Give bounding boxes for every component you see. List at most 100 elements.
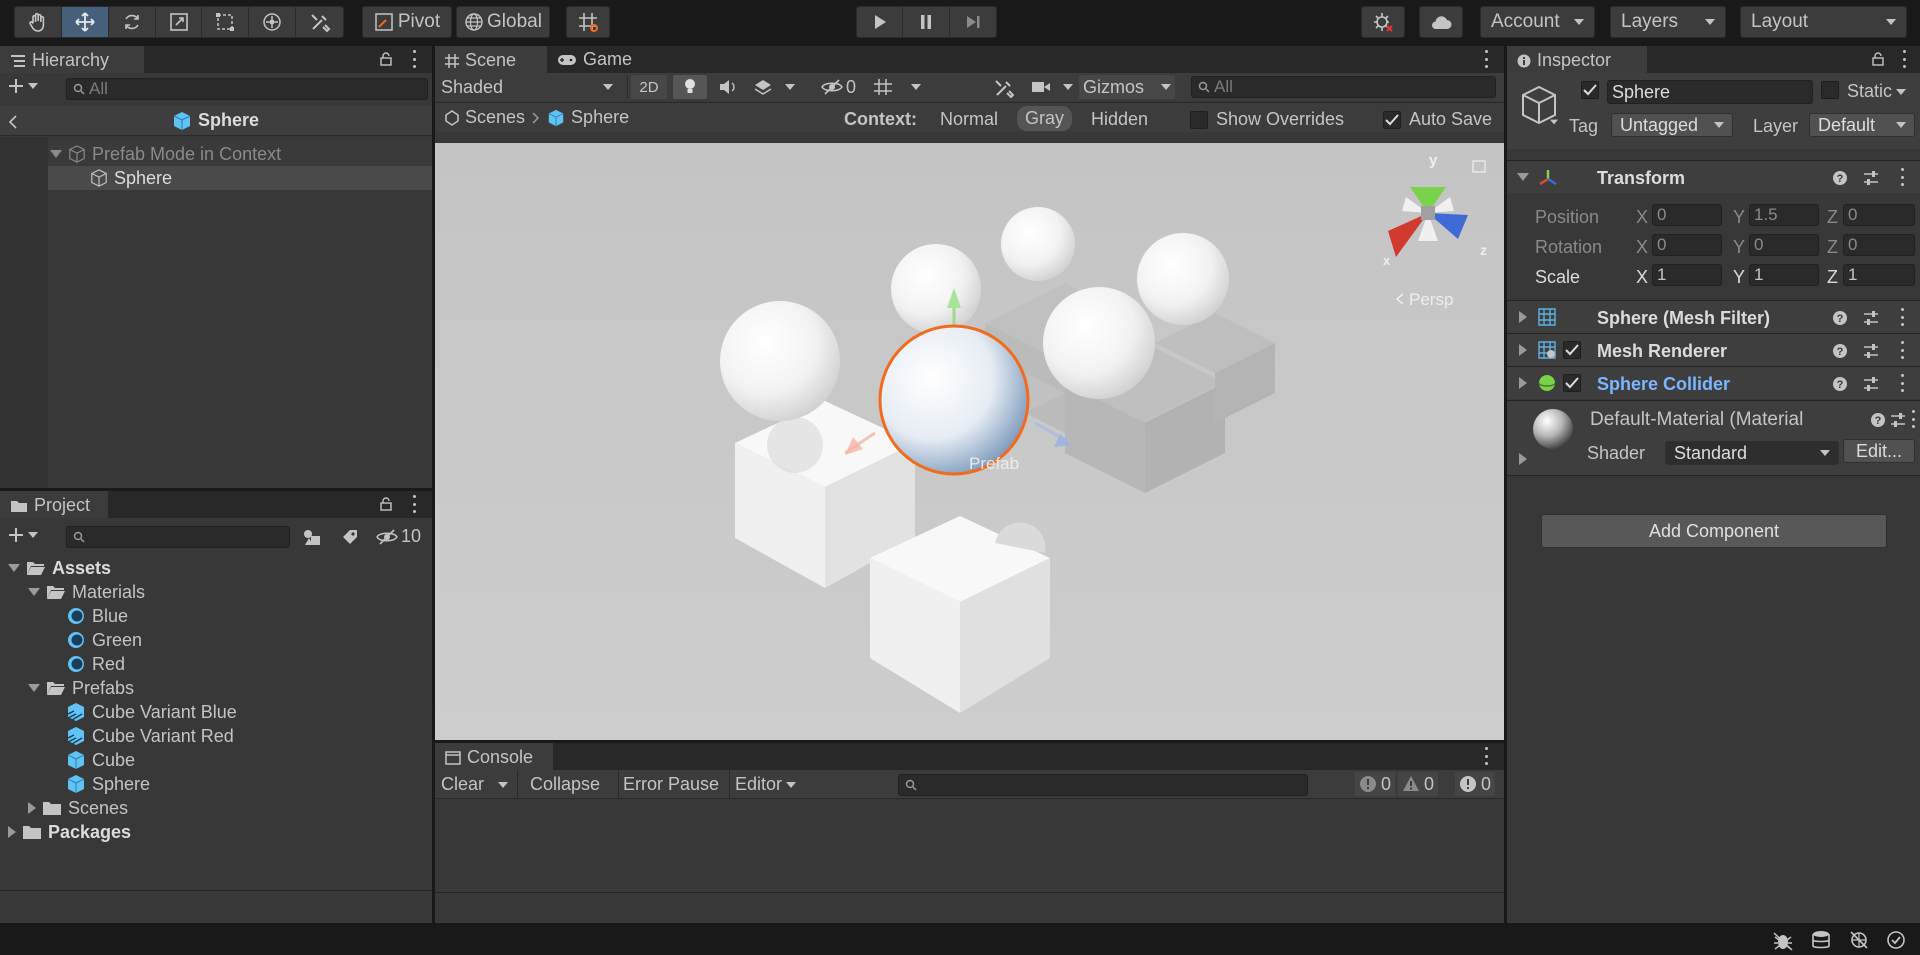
camera-dropdown[interactable] (1031, 75, 1073, 99)
scene-viewport[interactable]: Prefab y x z Persp (435, 143, 1504, 740)
gizmos-dropdown[interactable]: Gizmos (1079, 75, 1175, 99)
layer-dropdown[interactable]: Default (1809, 113, 1915, 137)
project-item-green[interactable]: Green (66, 628, 142, 652)
presets-icon[interactable] (1863, 343, 1879, 359)
project-item-cube-variant-red[interactable]: Cube Variant Red (66, 724, 234, 748)
presets-icon[interactable] (1863, 170, 1879, 186)
clear-dropdown[interactable]: Clear (441, 774, 509, 795)
material-menu-icon[interactable] (1910, 410, 1916, 428)
sphere-collider-enabled-checkbox[interactable] (1563, 374, 1581, 392)
collapsed-arrow-icon[interactable] (1519, 344, 1527, 356)
add-component-button[interactable]: Add Component (1541, 514, 1887, 548)
tab-hierarchy[interactable]: Hierarchy (0, 46, 144, 73)
layers-dropdown[interactable]: Layers (1610, 6, 1726, 38)
collapsed-arrow-icon[interactable] (1519, 453, 1527, 465)
help-icon[interactable]: ? (1832, 170, 1848, 186)
component-menu-icon[interactable] (1899, 168, 1905, 186)
project-menu-icon[interactable] (411, 495, 417, 513)
chevron-down-icon[interactable] (498, 781, 509, 788)
position-x-field[interactable]: 0 (1652, 204, 1722, 226)
transform-tool-button[interactable] (249, 7, 297, 37)
scene-visibility-toggle[interactable]: 0 (821, 75, 871, 99)
scale-x-field[interactable]: 1 (1652, 264, 1722, 286)
tag-dropdown[interactable]: Untagged (1611, 113, 1733, 137)
project-item-assets[interactable]: Assets (8, 556, 111, 580)
lighting-toggle[interactable] (673, 75, 707, 99)
breadcrumb-current[interactable]: Sphere (571, 107, 629, 128)
step-button[interactable] (949, 7, 996, 37)
project-item-packages[interactable]: Packages (8, 820, 131, 844)
context-option-gray[interactable]: Gray (1017, 106, 1073, 131)
show-overrides-checkbox[interactable] (1190, 110, 1208, 129)
project-item-prefabs[interactable]: Prefabs (28, 676, 134, 700)
bug-icon[interactable] (1772, 931, 1794, 951)
auto-save-toggle[interactable]: Auto Save (1383, 109, 1492, 130)
inspector-menu-icon[interactable] (1901, 50, 1907, 68)
create-button[interactable] (8, 78, 38, 94)
account-dropdown[interactable]: Account (1480, 6, 1595, 38)
mesh-filter-header[interactable]: Sphere (Mesh Filter) ? (1507, 300, 1920, 333)
scale-tool-button[interactable] (155, 7, 203, 37)
cache-server-icon[interactable] (1810, 930, 1832, 950)
audio-toggle[interactable] (711, 75, 745, 99)
scene-search-input[interactable]: All (1191, 76, 1496, 98)
auto-generate-lighting-icon[interactable] (1848, 930, 1870, 950)
expand-arrow-icon[interactable] (50, 150, 62, 158)
collapsed-arrow-icon[interactable] (28, 802, 36, 814)
editor-dropdown[interactable]: Editor (735, 774, 797, 795)
expand-arrow-icon[interactable] (28, 684, 40, 692)
console-menu-icon[interactable] (1483, 747, 1489, 765)
sphere-collider-header[interactable]: Sphere Collider ? (1507, 366, 1920, 399)
component-menu-icon[interactable] (1899, 308, 1905, 326)
transform-header[interactable]: Transform ? (1507, 160, 1920, 193)
project-item-scenes[interactable]: Scenes (28, 796, 128, 820)
scene-render[interactable]: Prefab y x z Persp (435, 143, 1504, 740)
shading-mode-dropdown[interactable]: Shaded (441, 76, 621, 98)
expand-arrow-icon[interactable] (8, 564, 20, 572)
hierarchy-item-sphere[interactable]: Sphere (48, 166, 432, 190)
scene-menu-icon[interactable] (1483, 50, 1489, 68)
tools-icon[interactable] (994, 78, 1014, 98)
global-toggle[interactable]: Global (456, 6, 550, 38)
expand-arrow-icon[interactable] (28, 588, 40, 596)
auto-save-checkbox[interactable] (1383, 110, 1401, 129)
collapse-button[interactable]: Collapse (530, 774, 600, 795)
grid-snapping-button[interactable] (566, 6, 610, 38)
scale-y-field[interactable]: 1 (1749, 264, 1819, 286)
progress-check-icon[interactable] (1886, 930, 1906, 950)
error-filter-toggle[interactable]: 0 (1455, 772, 1496, 796)
active-checkbox[interactable] (1581, 81, 1599, 99)
collapsed-arrow-icon[interactable] (8, 826, 16, 838)
rect-tool-button[interactable] (202, 7, 250, 37)
position-y-field[interactable]: 1.5 (1749, 204, 1819, 226)
effects-dropdown[interactable] (749, 75, 799, 99)
project-item-materials[interactable]: Materials (28, 580, 145, 604)
hand-tool-button[interactable] (15, 7, 62, 37)
mesh-renderer-enabled-checkbox[interactable] (1563, 341, 1581, 359)
selected-sphere[interactable] (878, 324, 1030, 476)
rotate-tool-button[interactable] (108, 7, 156, 37)
filter-by-label-icon[interactable] (341, 528, 359, 546)
shader-edit-button[interactable]: Edit... (1843, 439, 1915, 463)
custom-tool-button[interactable] (296, 7, 343, 37)
help-icon[interactable]: ? (1870, 412, 1886, 428)
filter-by-type-icon[interactable] (302, 528, 322, 546)
back-arrow-icon[interactable] (8, 115, 18, 129)
show-overrides-toggle[interactable]: Show Overrides (1190, 109, 1344, 130)
mesh-renderer-header[interactable]: Mesh Renderer ? (1507, 333, 1920, 366)
project-item-sphere[interactable]: Sphere (66, 772, 150, 796)
project-item-cube[interactable]: Cube (66, 748, 135, 772)
error-pause-button[interactable]: Error Pause (623, 774, 719, 795)
lock-icon[interactable] (380, 497, 392, 511)
lock-icon[interactable] (1872, 52, 1884, 66)
presets-icon[interactable] (1890, 412, 1906, 428)
hierarchy-menu-icon[interactable] (411, 50, 417, 68)
rotation-y-field[interactable]: 0 (1749, 234, 1819, 256)
hierarchy-item-prefab-context[interactable]: Prefab Mode in Context (48, 142, 432, 166)
pivot-toggle[interactable]: Pivot (362, 6, 452, 38)
tab-inspector[interactable]: Inspector (1507, 46, 1647, 73)
tab-console[interactable]: Console (435, 743, 553, 770)
expand-arrow-icon[interactable] (1517, 173, 1529, 181)
object-name-field[interactable]: Sphere (1607, 80, 1813, 104)
cloud-button[interactable] (1419, 6, 1463, 38)
